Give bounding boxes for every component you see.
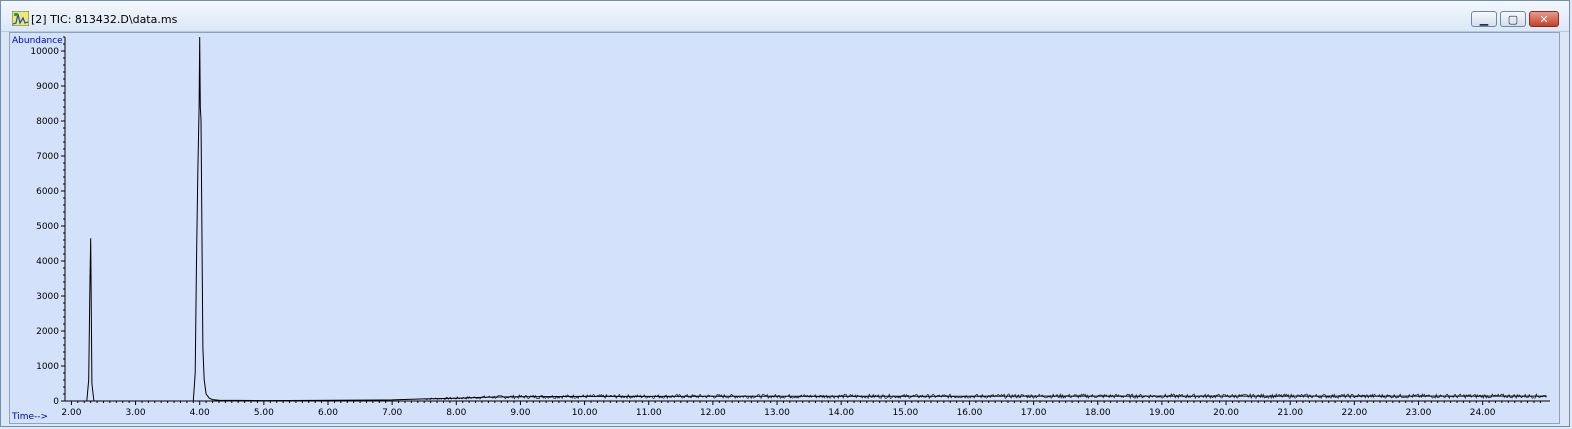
axes (64, 37, 1550, 402)
x-tick-label: 8.00 (446, 408, 466, 418)
x-tick-label: 21.00 (1277, 408, 1303, 418)
x-tick-label: 19.00 (1149, 408, 1175, 418)
minimize-icon: ▁ (1479, 12, 1489, 26)
x-tick-label: 2.00 (61, 408, 81, 418)
x-axis-label: Time--> (11, 412, 48, 422)
y-tick-label: 5000 (36, 222, 59, 232)
x-tick-label: 20.00 (1213, 408, 1239, 418)
x-tick-label: 12.00 (700, 408, 726, 418)
x-tick-label: 6.00 (318, 408, 338, 418)
x-tick-label: 15.00 (892, 408, 918, 418)
x-tick-label: 5.00 (254, 408, 274, 418)
y-tick-label: 8000 (36, 117, 59, 127)
window-title: [2] TIC: 813432.D\data.ms (31, 13, 178, 26)
x-tick-label: 22.00 (1341, 408, 1367, 418)
y-tick-label: 1000 (36, 362, 59, 372)
y-tick-label: 6000 (36, 187, 59, 197)
close-button[interactable]: ✕ (1529, 11, 1559, 27)
x-tick-label: 23.00 (1406, 408, 1432, 418)
minimize-button[interactable]: ▁ (1471, 11, 1497, 27)
y-tick-label: 9000 (36, 82, 59, 92)
restore-button[interactable]: ▢ (1500, 11, 1526, 27)
x-tick-label: 17.00 (1021, 408, 1047, 418)
x-tick-label: 14.00 (828, 408, 854, 418)
y-tick-label: 0 (53, 397, 59, 407)
y-tick-label: 7000 (36, 152, 59, 162)
x-tick-label: 3.00 (126, 408, 146, 418)
x-tick-label: 9.00 (510, 408, 530, 418)
x-tick-label: 10.00 (572, 408, 598, 418)
y-ticks: 0 1000 2000 3000 4000 5000 6000 7000 8000 9000 100… (30, 22, 65, 407)
y-axis-label: Abundance (12, 36, 63, 46)
x-tick-label: 16.00 (957, 408, 983, 418)
x-tick-label: 24.00 (1470, 408, 1496, 418)
chromatogram-window: [2] TIC: 813432.D\data.ms ▁ ▢ ✕ Abundanc… (0, 0, 1570, 427)
y-tick-label: 2000 (36, 327, 59, 337)
x-tick-label: 7.00 (382, 408, 402, 418)
x-ticks: 2.00 3.00 4.00 5.00 6.00 7.00 8.00 9.00 10.00 11.… (61, 401, 1541, 418)
chromatogram-app-icon (12, 11, 29, 26)
chromatogram-chart[interactable]: Abundance Time--> 0 1000 2000 3000 4000 5000 6… (10, 22, 1559, 423)
plot-area[interactable]: Abundance Time--> 0 1000 2000 3000 4000 5000 6… (9, 22, 1560, 424)
y-tick-label: 3000 (36, 292, 59, 302)
y-tick-label: 10000 (30, 47, 59, 57)
tic-trace (65, 36, 1547, 402)
x-tick-label: 4.00 (190, 408, 210, 418)
window-controls: ▁ ▢ ✕ (1468, 11, 1559, 29)
title-bar[interactable]: [2] TIC: 813432.D\data.ms ▁ ▢ ✕ (1, 1, 1569, 32)
y-tick-label: 4000 (36, 257, 59, 267)
restore-icon: ▢ (1507, 12, 1519, 26)
x-tick-label: 11.00 (636, 408, 662, 418)
x-tick-label: 13.00 (764, 408, 790, 418)
close-icon: ✕ (1539, 12, 1549, 26)
x-tick-label: 18.00 (1085, 408, 1111, 418)
